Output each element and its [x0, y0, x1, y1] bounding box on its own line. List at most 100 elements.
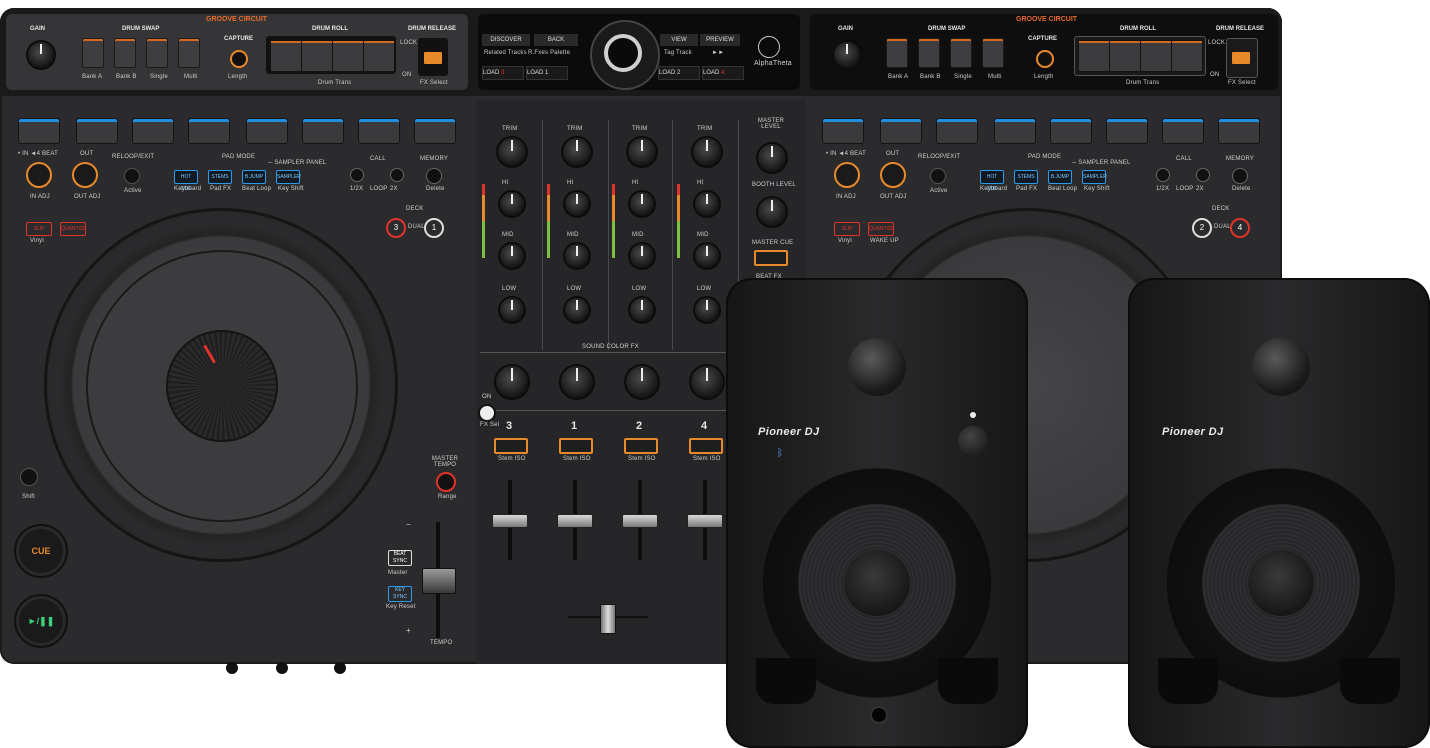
low-knob-ch4[interactable]: [693, 296, 721, 324]
drum-swap-pad-2[interactable]: [918, 38, 940, 68]
gain-knob[interactable]: [832, 40, 862, 70]
load-button-3[interactable]: LOAD 3: [482, 66, 524, 80]
load-button-4[interactable]: LOAD 4: [702, 66, 744, 80]
stems-button[interactable]: STEMS: [1014, 170, 1038, 184]
low-knob-ch3[interactable]: [628, 296, 656, 324]
beat-sync-button[interactable]: BEAT SYNC: [388, 550, 412, 566]
deck-2-button[interactable]: 2: [1192, 218, 1212, 238]
drum-swap-pad-3[interactable]: [146, 38, 168, 68]
performance-pad-7[interactable]: [1162, 118, 1204, 144]
drum-roll-pad-1[interactable]: [1078, 40, 1110, 72]
hot-cue-button[interactable]: HOT CUE: [980, 170, 1004, 192]
crossfader[interactable]: [600, 604, 616, 634]
performance-pad-1[interactable]: [822, 118, 864, 144]
mid-knob-ch1[interactable]: [498, 242, 526, 270]
performance-pad-2[interactable]: [880, 118, 922, 144]
quantize-button[interactable]: QUANTIZE: [868, 222, 894, 236]
performance-pad-5[interactable]: [246, 118, 288, 144]
loop-in-button[interactable]: [26, 162, 52, 188]
master-level-knob[interactable]: [756, 142, 788, 174]
cue-button[interactable]: CUE: [14, 524, 68, 578]
hot-cue-button[interactable]: HOT CUE: [174, 170, 198, 192]
booth-level-knob[interactable]: [756, 196, 788, 228]
gain-knob[interactable]: [26, 40, 56, 70]
drum-swap-pad-3[interactable]: [950, 38, 972, 68]
call-prev-button[interactable]: [350, 168, 364, 182]
loop-out-button[interactable]: [72, 162, 98, 188]
hi-knob-ch3[interactable]: [628, 190, 656, 218]
master-cue-button[interactable]: [754, 250, 788, 266]
low-knob-ch1[interactable]: [498, 296, 526, 324]
drum-roll-pad-3[interactable]: [332, 40, 364, 72]
volume-knob[interactable]: [958, 426, 988, 456]
channel-fader[interactable]: [687, 514, 723, 528]
quantize-button[interactable]: QUANTIZE: [60, 222, 86, 236]
performance-pad-5[interactable]: [1050, 118, 1092, 144]
beat-jump-button[interactable]: B.JUMP: [1048, 170, 1072, 184]
sound-color-fx-knob[interactable]: [624, 364, 660, 400]
performance-pad-3[interactable]: [936, 118, 978, 144]
drum-swap-pad-1[interactable]: [82, 38, 104, 68]
deck-4-button[interactable]: 4: [1230, 218, 1250, 238]
bluetooth-icon[interactable]: ᛒ: [770, 444, 790, 464]
performance-pad-8[interactable]: [1218, 118, 1260, 144]
drum-roll-pad-2[interactable]: [301, 40, 333, 72]
shift-button[interactable]: [20, 468, 38, 486]
drum-roll-pad-3[interactable]: [1140, 40, 1172, 72]
memory-button[interactable]: [1232, 168, 1248, 184]
memory-button[interactable]: [426, 168, 442, 184]
drum-release-lever[interactable]: [424, 52, 442, 64]
hi-knob-ch2[interactable]: [563, 190, 591, 218]
performance-pad-6[interactable]: [1106, 118, 1148, 144]
drum-swap-pad-4[interactable]: [982, 38, 1004, 68]
performance-pad-4[interactable]: [994, 118, 1036, 144]
key-sync-button[interactable]: KEY SYNC: [388, 586, 412, 602]
deck-1-button[interactable]: 1: [424, 218, 444, 238]
stem-iso-button[interactable]: [559, 438, 593, 454]
stem-iso-button[interactable]: [494, 438, 528, 454]
browse-encoder[interactable]: [604, 34, 642, 72]
channel-fader[interactable]: [622, 514, 658, 528]
stem-iso-button[interactable]: [624, 438, 658, 454]
performance-pad-1[interactable]: [18, 118, 60, 144]
capture-button[interactable]: [230, 50, 248, 68]
loop-in-button[interactable]: [834, 162, 860, 188]
performance-pad-3[interactable]: [132, 118, 174, 144]
fx-on-button[interactable]: [478, 404, 496, 422]
mid-knob-ch2[interactable]: [563, 242, 591, 270]
deck-3-button[interactable]: 3: [386, 218, 406, 238]
call-prev-button[interactable]: [1156, 168, 1170, 182]
performance-pad-7[interactable]: [358, 118, 400, 144]
sound-color-fx-knob[interactable]: [689, 364, 725, 400]
play-pause-button[interactable]: ►/❚❚: [14, 594, 68, 648]
discover-button[interactable]: DISCOVER: [482, 34, 530, 46]
slip-button[interactable]: SLIP: [834, 222, 860, 236]
low-knob-ch2[interactable]: [563, 296, 591, 324]
drum-swap-pad-2[interactable]: [114, 38, 136, 68]
performance-pad-8[interactable]: [414, 118, 456, 144]
drum-swap-pad-4[interactable]: [178, 38, 200, 68]
back-button[interactable]: BACK: [534, 34, 578, 46]
channel-fader[interactable]: [557, 514, 593, 528]
hi-knob-ch4[interactable]: [693, 190, 721, 218]
drum-roll-pad-2[interactable]: [1109, 40, 1141, 72]
drum-roll-pad-4[interactable]: [1171, 40, 1203, 72]
drum-roll-pad-1[interactable]: [270, 40, 302, 72]
sound-color-fx-knob[interactable]: [559, 364, 595, 400]
loop-out-button[interactable]: [880, 162, 906, 188]
hi-knob-ch1[interactable]: [498, 190, 526, 218]
mid-knob-ch4[interactable]: [693, 242, 721, 270]
capture-button[interactable]: [1036, 50, 1054, 68]
trim-knob-ch1[interactable]: [496, 136, 528, 168]
sampler-button[interactable]: SAMPLER: [1082, 170, 1107, 184]
trim-knob-ch2[interactable]: [561, 136, 593, 168]
view-button[interactable]: VIEW: [660, 34, 698, 46]
performance-pad-2[interactable]: [76, 118, 118, 144]
slip-button[interactable]: SLIP: [26, 222, 52, 236]
trim-knob-ch3[interactable]: [626, 136, 658, 168]
load-button-2[interactable]: LOAD 2: [658, 66, 700, 80]
reloop-button[interactable]: [124, 168, 140, 184]
drum-swap-pad-1[interactable]: [886, 38, 908, 68]
preview-button[interactable]: PREVIEW: [700, 34, 740, 46]
performance-pad-4[interactable]: [188, 118, 230, 144]
